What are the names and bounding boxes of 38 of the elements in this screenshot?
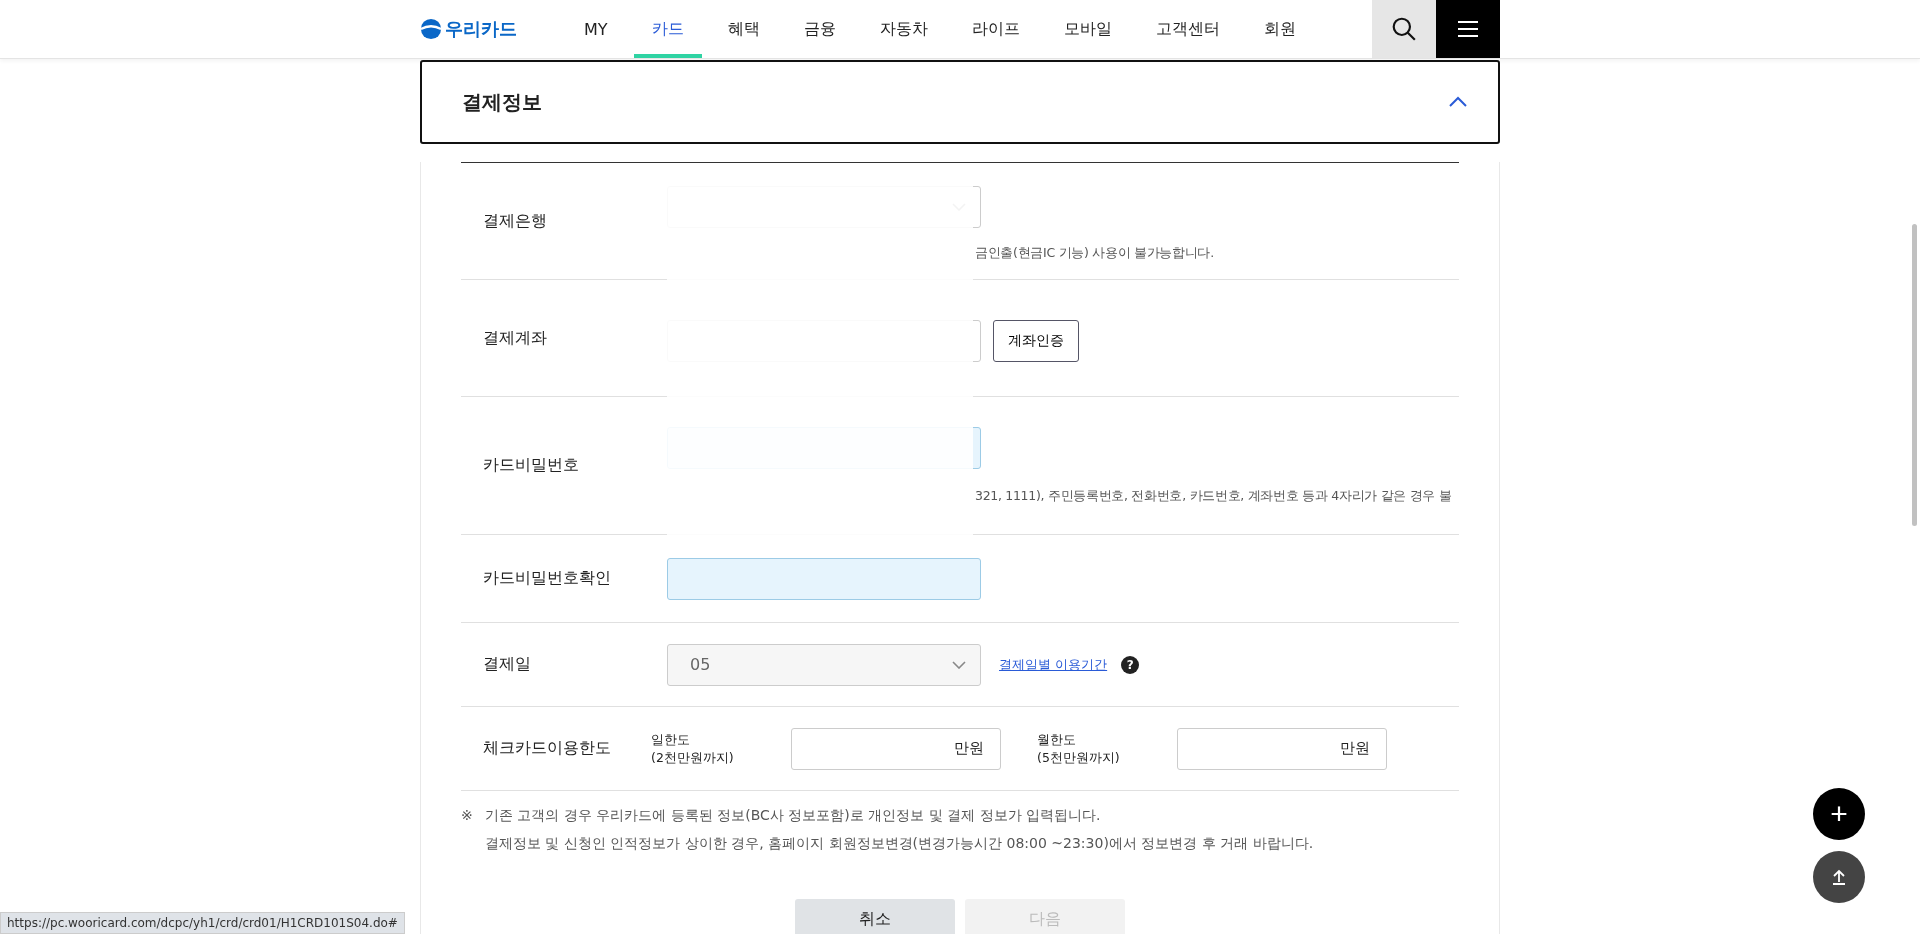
help-text: 321, 1111), 주민등록번호, 전화번호, 카드번호, 계좌번호 등과 4자리가 같은 경우 불 [975, 487, 1452, 503]
notice-text: 기존 고객의 경우 우리카드에 등록된 정보(BC사 정보포함)로 개인정보 및 결제 정보가 입력됩니다. [485, 807, 1102, 825]
field-label: 카드비밀번호확인 [482, 568, 612, 589]
nav-tab[interactable]: 라이프 [953, 0, 1038, 58]
accordion-header[interactable]: 결제정보 [420, 60, 1500, 144]
notice-text: 결제정보 및 신청인 인적정보가 상이한 경우, 홈페이지 회원정보변경(변경가능시간 08:00 ~23:30)에서 정보변경 후 거래 바랍니다. [485, 835, 1314, 853]
help-text: 금인출(현금IC 기능) 사용이 불가능합니다. [975, 245, 1214, 260]
nav-tab[interactable]: 카드 [633, 0, 702, 58]
scrollbar[interactable] [1912, 224, 1917, 526]
section-title: 결제정보 [462, 88, 542, 116]
field-label: 카드비밀번호 [482, 455, 580, 476]
nav-tab[interactable]: 모바일 [1045, 0, 1130, 58]
cancel-button[interactable]: 취소 [795, 899, 955, 934]
chevron-down-icon [952, 660, 966, 669]
nav-tab[interactable]: 혜택 [709, 0, 778, 58]
search-icon [1391, 16, 1417, 42]
limit-field[interactable]: 만원 [1177, 727, 1387, 770]
limit-label: 월한도 (5천만원까지) [1037, 731, 1121, 766]
add-button[interactable]: + [1813, 788, 1865, 840]
nav-tab[interactable]: 고객센터 [1137, 0, 1238, 58]
notice-mark: ※ [461, 807, 474, 825]
search-button[interactable] [1372, 0, 1436, 58]
field-label: 결제은행 [482, 210, 548, 232]
field-label: 결제일 [482, 654, 532, 675]
status-url: https://pc.wooricard.com/dcpc/yh1/crd/crd01/H1CRD101S04.do# [0, 912, 405, 934]
limit-field[interactable]: 만원 [791, 727, 1001, 770]
nav-tab[interactable]: 금융 [785, 0, 854, 58]
limit-label: 일한도 (2천만원까지) [651, 731, 735, 766]
nav-tab[interactable]: 회원 [1245, 0, 1314, 58]
logo-icon [420, 18, 442, 40]
menu-button[interactable] [1436, 0, 1500, 58]
field-label: 결제계좌 [482, 327, 548, 349]
nav-tab[interactable]: MY [566, 0, 626, 58]
nav-tab[interactable]: 자동차 [861, 0, 946, 58]
verify-button[interactable]: 계좌인증 [993, 320, 1079, 362]
scroll-top-button[interactable] [1813, 851, 1865, 903]
logo[interactable]: 우리카드 [420, 17, 566, 41]
password-field[interactable] [667, 557, 981, 600]
